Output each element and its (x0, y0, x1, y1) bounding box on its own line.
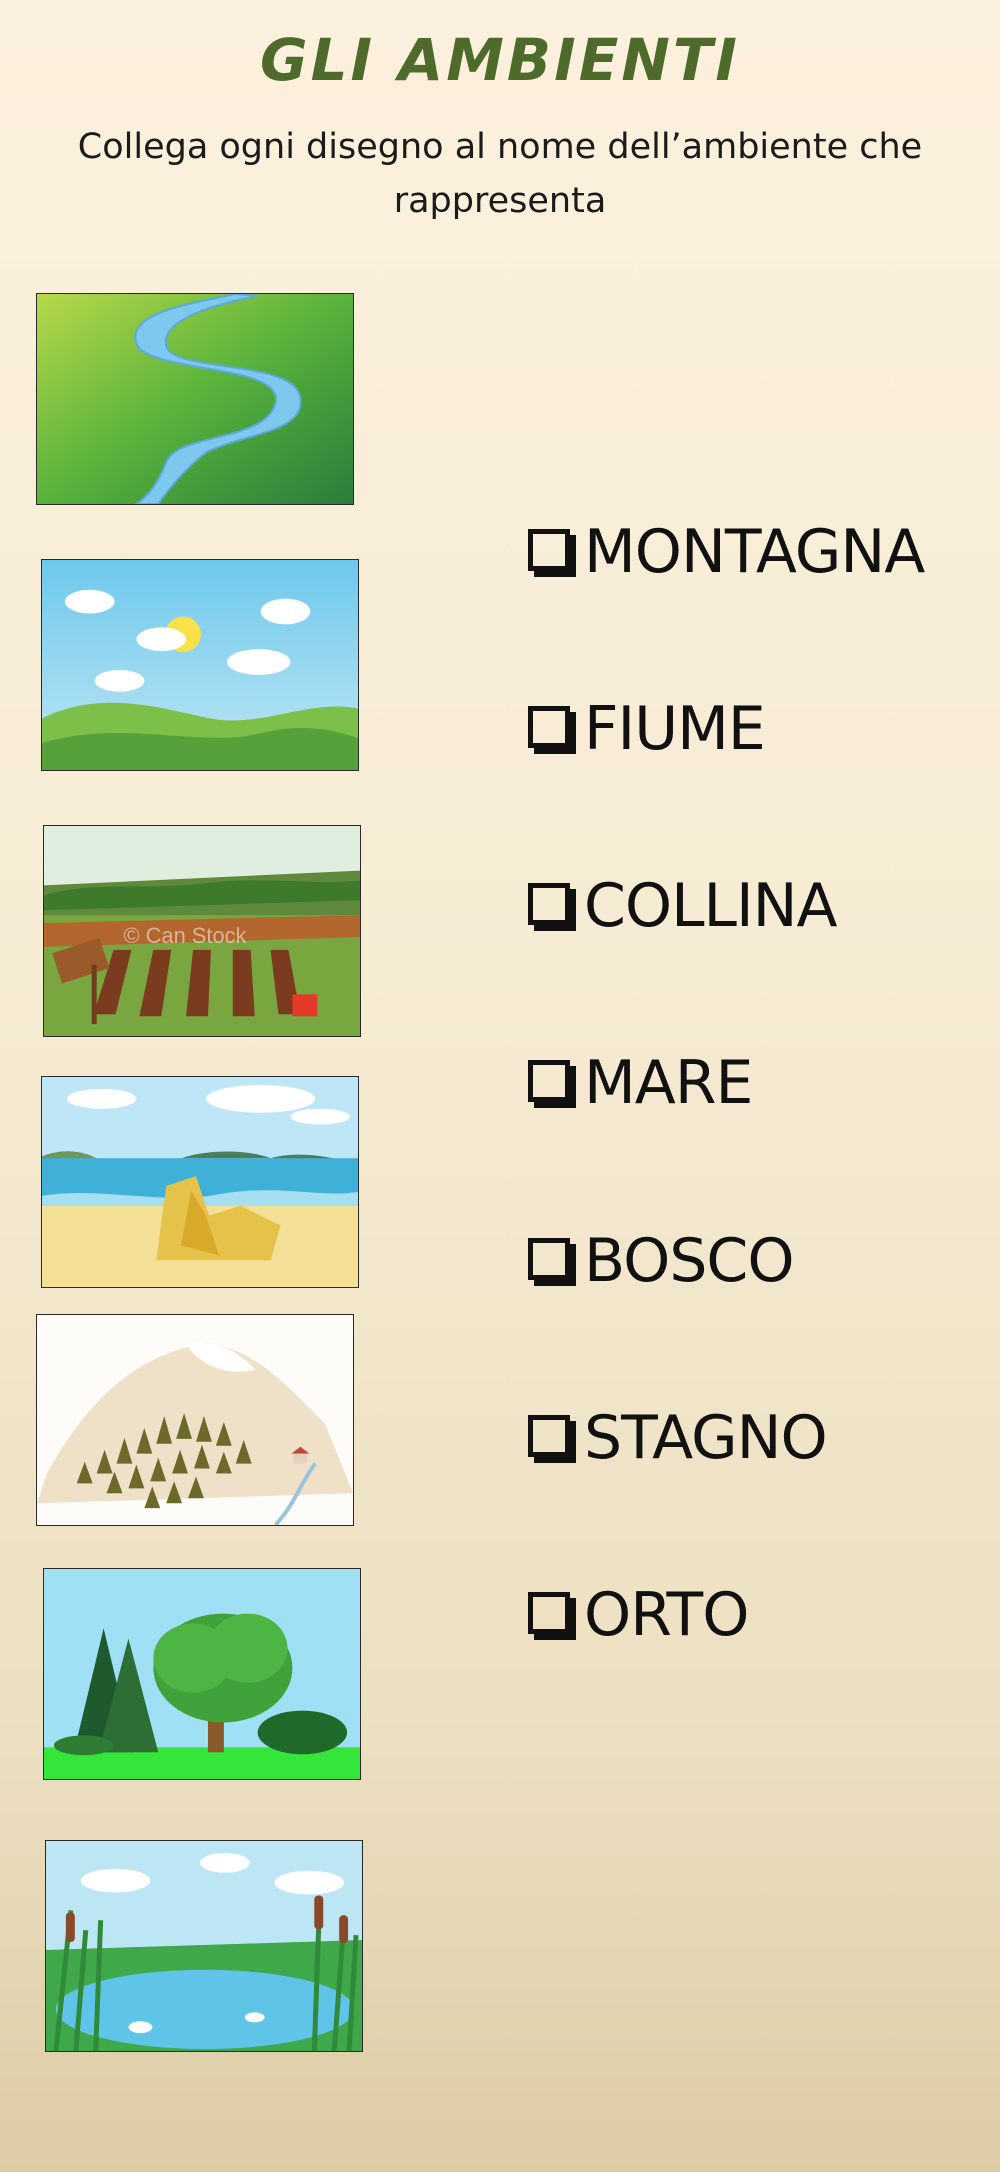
vegetable-garden-picture[interactable]: © Can Stock (43, 825, 361, 1037)
option-label: MONTAGNA (584, 517, 925, 587)
checkbox[interactable] (528, 1060, 570, 1102)
option-item[interactable]: MARE (528, 1043, 753, 1123)
pond-picture[interactable] (45, 1840, 363, 2052)
option-label: FIUME (584, 694, 766, 764)
option-item[interactable]: FIUME (528, 689, 766, 769)
hills-picture[interactable] (41, 559, 359, 771)
option-item[interactable]: BOSCO (528, 1221, 795, 1301)
checkbox[interactable] (528, 883, 570, 925)
instructions: Collega ogni disegno al nome dell’ambien… (77, 127, 923, 221)
sea-picture[interactable] (41, 1076, 359, 1288)
river-picture[interactable] (36, 293, 354, 505)
option-label: COLLINA (584, 871, 838, 941)
option-item[interactable]: STAGNO (528, 1398, 828, 1478)
option-item[interactable]: ORTO (528, 1575, 749, 1655)
watermark-text: © Can Stock (123, 923, 246, 948)
checkbox[interactable] (528, 1592, 570, 1634)
option-label: BOSCO (584, 1226, 795, 1296)
mountain-picture[interactable] (36, 1314, 354, 1526)
checkbox[interactable] (528, 529, 570, 571)
option-label: STAGNO (584, 1403, 828, 1473)
forest-picture[interactable] (43, 1568, 361, 1780)
checkbox[interactable] (528, 1415, 570, 1457)
option-label: ORTO (584, 1580, 749, 1650)
option-item[interactable]: COLLINA (528, 866, 838, 946)
checkbox[interactable] (528, 1238, 570, 1280)
checkbox[interactable] (528, 706, 570, 748)
option-item[interactable]: MONTAGNA (528, 512, 925, 592)
option-label: MARE (584, 1048, 753, 1118)
page-title: GLI AMBIENTI (259, 26, 741, 94)
